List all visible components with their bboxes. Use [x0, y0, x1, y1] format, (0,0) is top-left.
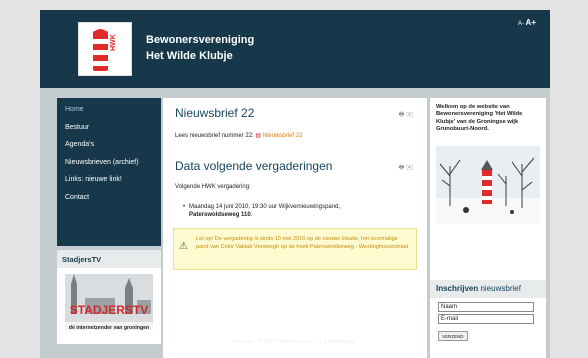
font-size-controls: A- A+ — [518, 18, 536, 27]
winter-scene-icon — [436, 146, 540, 224]
nav-item-bestuur[interactable]: Bestuur — [65, 122, 161, 140]
right-sidebar: Welkom op de website van Bewonersverenig… — [430, 98, 546, 358]
meetings-intro: Volgende HWK vergadering: — [175, 184, 251, 190]
warning-icon: ⚠ — [179, 241, 188, 252]
site-header: HWK Bewonersvereniging Het Wilde Klubje … — [40, 10, 550, 88]
nav-item-agendas[interactable]: Agenda's — [65, 139, 161, 157]
article-title-newsletter[interactable]: Nieuwsbrief 22 — [175, 106, 254, 120]
site-title-line2: Het Wilde Klubje — [146, 50, 233, 62]
nav-item-home[interactable]: Home — [65, 104, 161, 122]
email-input[interactable]: E-mail — [438, 314, 534, 324]
stadjerstv-widget: StadjersTV STADJERSTV dé internetzender … — [57, 250, 161, 344]
city-skyline-icon: STADJERSTV — [65, 274, 153, 322]
newsletter-lead: Lees nieuwsbrief nummer 22: ▤ Nieuwsbrie… — [175, 132, 302, 139]
meeting-date: Maandag 14 juni 2010, 19:30 uur Wijkvern… — [189, 204, 341, 210]
meeting-address: Paterswoldseweg 110 — [189, 212, 251, 218]
nav-item-links[interactable]: Links: nieuwe link! — [65, 174, 161, 192]
warning-notice: ⚠ Let op! De vergadering is sinds 10 mei… — [173, 228, 417, 270]
meeting-list-item: Maandag 14 juni 2010, 19:30 uur Wijkvern… — [183, 203, 389, 219]
main-content: Nieuwsbrief 22 🖶 ✉ Lees nieuwsbrief numm… — [163, 98, 427, 358]
newsletter-link[interactable]: Nieuwsbrief 22 — [263, 133, 303, 139]
lighthouse-logo-icon: HWK — [93, 29, 117, 71]
font-smaller-button[interactable]: A- — [518, 21, 524, 27]
welcome-text: Welkom op de website van Bewonersverenig… — [436, 104, 523, 133]
window-frame-right — [550, 10, 588, 358]
newsletter-signup-heading-bold: Inschrijven — [436, 284, 479, 293]
print-icon[interactable]: 🖶 — [399, 112, 405, 118]
sidebar-nav: Home Bestuur Agenda's Nieuwsbrieven (arc… — [57, 98, 161, 246]
email-icon[interactable]: ✉ — [406, 112, 413, 118]
newsletter-lead-text: Lees nieuwsbrief nummer 22: — [175, 133, 254, 139]
nav-item-nieuwsbrieven[interactable]: Nieuwsbrieven (archief) — [65, 157, 161, 175]
page-container: HWK Bewonersvereniging Het Wilde Klubje … — [40, 10, 550, 358]
stadjerstv-logo-text: STADJERSTV — [70, 303, 148, 317]
site-logo[interactable]: HWK — [78, 22, 132, 76]
nav-item-contact[interactable]: Contact — [65, 192, 161, 210]
snowy-lighthouse-photo — [436, 146, 540, 224]
name-input[interactable]: Naam — [438, 302, 534, 312]
site-footer: Website: 4PUNT4 OpenSource ICT & Webdesi… — [233, 339, 357, 345]
meeting-end: . — [250, 212, 253, 218]
newsletter-signup-heading-light: nieuwsbrief — [480, 284, 521, 293]
article-actions-meetings: 🖶 ✉ — [399, 163, 413, 173]
window-frame-top — [0, 0, 588, 10]
newsletter-signup-heading: Inschrijven nieuwsbrief — [430, 280, 546, 298]
stadjerstv-heading: StadjersTV — [57, 250, 161, 268]
font-larger-button[interactable]: A+ — [526, 18, 536, 27]
site-title[interactable]: Bewonersvereniging Het Wilde Klubje — [146, 32, 254, 64]
site-title-line1: Bewonersvereniging — [146, 34, 255, 46]
print-icon[interactable]: 🖶 — [399, 165, 405, 171]
warning-text: Let op! De vergadering is sinds 10 mei 2… — [196, 236, 409, 250]
logo-text: HWK — [110, 34, 117, 51]
stadjerstv-banner[interactable]: STADJERSTV dé internetzender van groning… — [65, 274, 153, 331]
stadjerstv-tagline: dé internetzender van groningen — [68, 325, 150, 331]
article-title-meetings[interactable]: Data volgende vergaderingen — [175, 159, 332, 173]
window-frame-left — [0, 10, 40, 358]
email-icon[interactable]: ✉ — [406, 165, 413, 171]
pdf-icon: ▤ — [255, 133, 262, 139]
article-actions: 🖶 ✉ — [399, 110, 413, 120]
